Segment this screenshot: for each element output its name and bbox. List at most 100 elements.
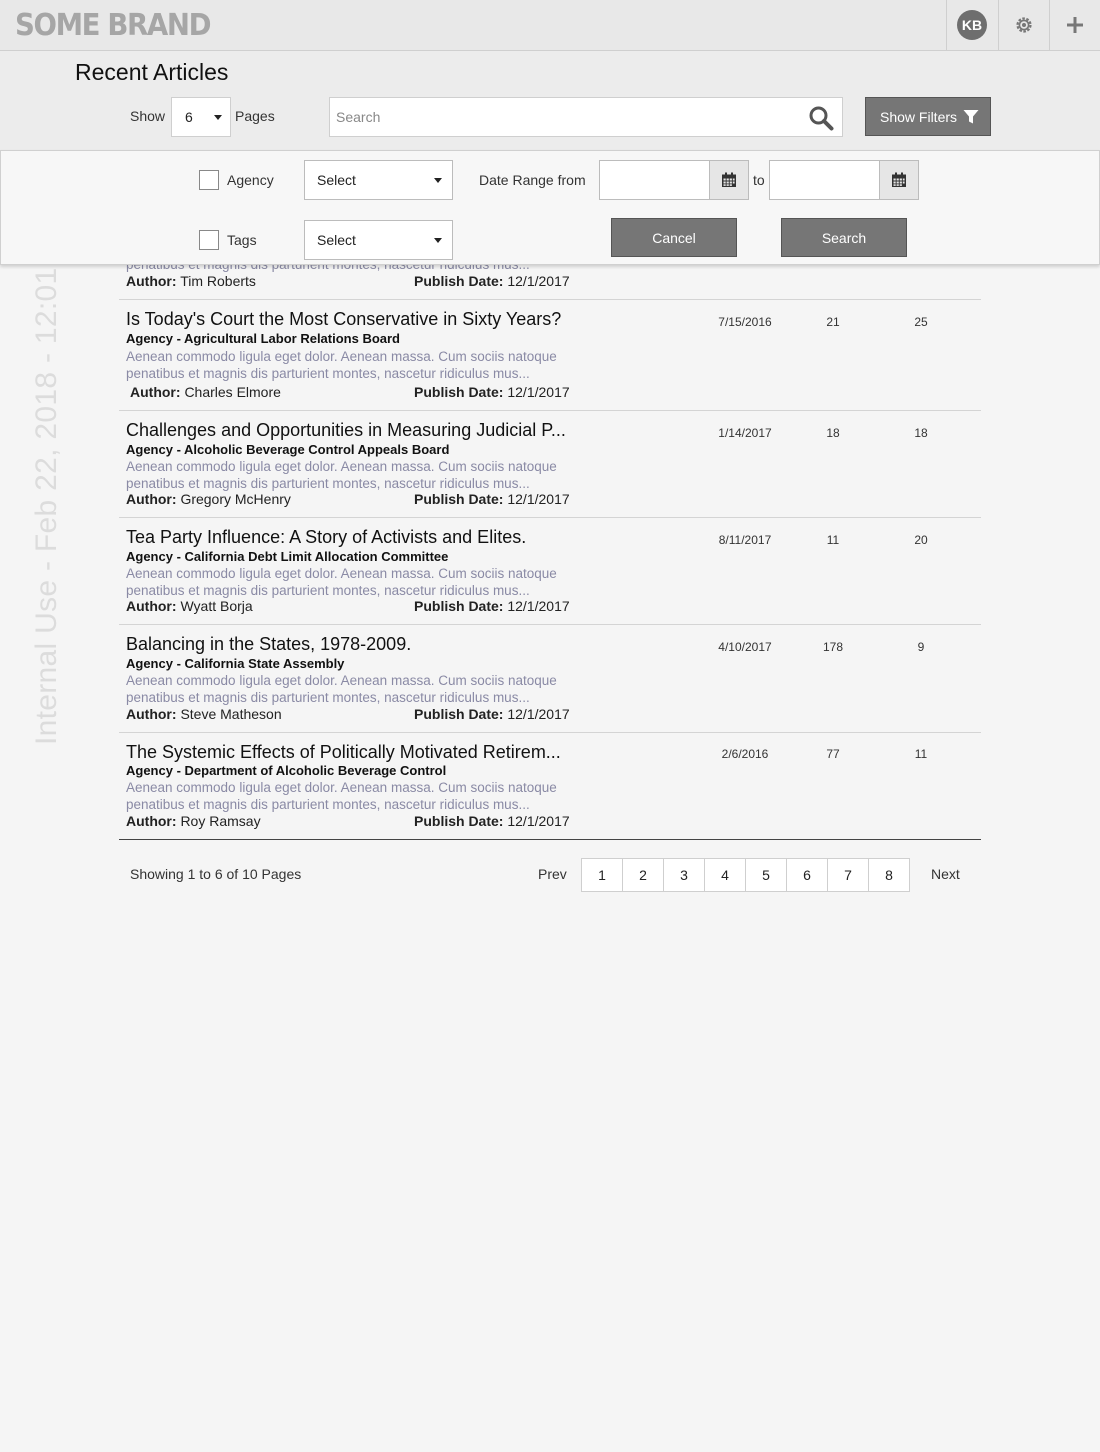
article-date: 7/15/2016: [718, 315, 772, 329]
search-input[interactable]: [330, 98, 800, 136]
article-description: Aenean commodo ligula eget dolor. Aenean…: [126, 459, 557, 491]
article-agency: Agency - Alcoholic Beverage Control Appe…: [126, 442, 450, 457]
caret-down-icon: [434, 238, 442, 243]
plus-icon: [1067, 17, 1083, 33]
article-description: Aenean commodo ligula eget dolor. Aenean…: [126, 780, 557, 812]
article-title[interactable]: Challenges and Opportunities in Measurin…: [126, 420, 566, 441]
article-title[interactable]: The Systemic Effects of Politically Moti…: [126, 742, 561, 763]
date-from-input[interactable]: [599, 160, 710, 200]
cancel-button[interactable]: Cancel: [611, 218, 737, 257]
search-icon[interactable]: [808, 105, 834, 131]
date-to-calendar-button[interactable]: [879, 160, 919, 200]
avatar[interactable]: KB: [957, 10, 987, 40]
article-description: Aenean commodo ligula eget dolor. Aenean…: [126, 673, 557, 705]
list-header: Recent Articles Show 6 Pages Show Filter…: [0, 51, 1100, 150]
article-title[interactable]: Is Today's Court the Most Conservative i…: [126, 309, 561, 330]
page-2-button[interactable]: 2: [622, 858, 664, 892]
page-size-value: 6: [185, 109, 193, 125]
article-publish-date: Publish Date: 12/1/2017: [414, 706, 570, 722]
show-filters-label: Show Filters: [880, 108, 958, 125]
page-4-button[interactable]: 4: [704, 858, 746, 892]
article-title[interactable]: Tea Party Influence: A Story of Activist…: [126, 527, 526, 548]
brand-logo: SOME BRAND: [15, 8, 212, 43]
page-7-button[interactable]: 7: [827, 858, 869, 892]
page-6-button[interactable]: 6: [786, 858, 828, 892]
list-item[interactable]: Is Today's Court the Most Conservative i…: [119, 300, 981, 411]
article-agency: Agency - Agricultural Labor Relations Bo…: [126, 331, 401, 346]
page-1-button[interactable]: 1: [581, 858, 623, 892]
tags-select[interactable]: Select: [304, 220, 453, 260]
article-count-2: 18: [914, 426, 928, 440]
list-item[interactable]: The Systemic Effects of Politically Moti…: [119, 733, 981, 840]
article-date: 2/6/2016: [721, 747, 769, 761]
tags-checkbox[interactable]: [199, 230, 219, 250]
list-item[interactable]: Tea Party Influence: A Story of Activist…: [119, 518, 981, 625]
article-author: Author: Roy Ramsay: [126, 813, 261, 829]
article-count-2: 20: [914, 533, 928, 547]
pages-label: Pages: [235, 108, 275, 124]
article-description: Aenean commodo ligula eget dolor. Aenean…: [126, 566, 557, 598]
article-author: Author: Charles Elmore: [130, 384, 281, 400]
article-count-2: 25: [914, 315, 928, 329]
agency-label: Agency: [227, 172, 274, 188]
article-count-1: 77: [826, 747, 840, 761]
funnel-icon: [963, 109, 979, 123]
showing-summary: Showing 1 to 6 of 10 Pages: [130, 866, 302, 882]
article-count-1: 178: [822, 640, 844, 654]
page-3-button[interactable]: 3: [663, 858, 705, 892]
article-count-2: 9: [917, 640, 925, 654]
tags-select-value: Select: [317, 232, 356, 248]
search-button[interactable]: Search: [781, 218, 907, 257]
caret-down-icon: [214, 115, 222, 120]
article-agency: Agency - California Debt Limit Allocatio…: [126, 549, 449, 564]
date-to-input[interactable]: [769, 160, 880, 200]
add-button[interactable]: [1049, 0, 1100, 50]
article-author: Author: Gregory McHenry: [126, 491, 291, 507]
page-title: Recent Articles: [75, 59, 229, 85]
show-label: Show: [130, 108, 166, 124]
article-date: 4/10/2017: [718, 640, 772, 654]
article-author: Author: Tim Roberts: [126, 273, 256, 289]
user-menu[interactable]: KB: [946, 0, 997, 50]
article-publish-date: Publish Date: 12/1/2017: [414, 491, 570, 507]
article-publish-date: Publish Date: 12/1/2017: [414, 813, 570, 829]
article-list: penatibus et magnis dis parturient monte…: [119, 244, 981, 840]
date-range-from-label: Date Range from: [479, 172, 586, 188]
article-title[interactable]: Balancing in the States, 1978-2009.: [126, 634, 411, 655]
article-author: Author: Wyatt Borja: [126, 598, 253, 614]
article-count-1: 11: [826, 533, 840, 547]
calendar-icon: [892, 172, 906, 187]
date-from-calendar-button[interactable]: [709, 160, 749, 200]
prev-page-link[interactable]: Prev: [538, 866, 567, 882]
search-box: [329, 97, 843, 137]
article-agency: Agency - California State Assembly: [126, 656, 345, 671]
settings-button[interactable]: [998, 0, 1049, 50]
calendar-icon: [722, 172, 736, 187]
article-publish-date: Publish Date: 12/1/2017: [414, 273, 570, 289]
article-author: Author: Steve Matheson: [126, 706, 282, 722]
pagination: 1 2 3 4 5 6 7 8: [581, 858, 910, 892]
next-page-link[interactable]: Next: [931, 866, 960, 882]
agency-select[interactable]: Select: [304, 160, 453, 200]
page-8-button[interactable]: 8: [868, 858, 910, 892]
article-publish-date: Publish Date: 12/1/2017: [414, 384, 570, 400]
page-size-select[interactable]: 6: [171, 97, 231, 137]
article-count-1: 21: [826, 315, 840, 329]
page-5-button[interactable]: 5: [745, 858, 787, 892]
article-date: 8/11/2017: [718, 533, 772, 547]
article-count-2: 11: [914, 747, 928, 761]
agency-select-value: Select: [317, 172, 356, 188]
tags-label: Tags: [227, 232, 257, 248]
list-item[interactable]: Challenges and Opportunities in Measurin…: [119, 411, 981, 518]
filter-panel: Agency Select Tags Select Date Range fro…: [0, 150, 1100, 265]
show-filters-button[interactable]: Show Filters: [865, 97, 991, 136]
article-count-1: 18: [826, 426, 840, 440]
date-to-label: to: [753, 172, 765, 188]
article-agency: Agency - Department of Alcoholic Beverag…: [126, 763, 447, 778]
article-publish-date: Publish Date: 12/1/2017: [414, 598, 570, 614]
article-description: Aenean commodo ligula eget dolor. Aenean…: [126, 349, 557, 381]
caret-down-icon: [434, 178, 442, 183]
list-item[interactable]: Balancing in the States, 1978-2009. Agen…: [119, 625, 981, 733]
article-date: 1/14/2017: [718, 426, 772, 440]
agency-checkbox[interactable]: [199, 170, 219, 190]
